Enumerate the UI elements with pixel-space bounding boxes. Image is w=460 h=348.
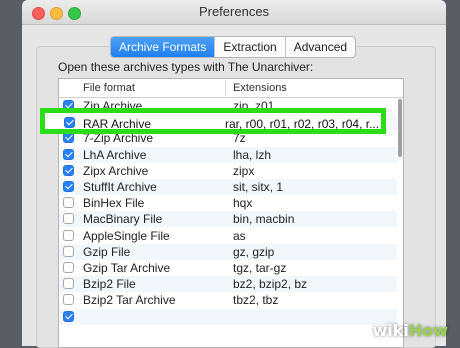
format-name: StuffIt Archive: [83, 180, 157, 194]
format-extensions: bin, macbin: [233, 212, 295, 227]
format-extensions: as: [233, 228, 246, 243]
format-checkbox[interactable]: [63, 278, 74, 290]
format-name: Gzip File: [83, 244, 131, 259]
column-header-extensions[interactable]: Extensions: [233, 82, 287, 94]
table-row[interactable]: AppleSingle File as: [59, 228, 397, 244]
format-checkbox[interactable]: [63, 164, 74, 176]
format-extensions: zipx: [233, 163, 255, 178]
format-name: Bzip2 Tar Archive: [83, 293, 176, 308]
table-row[interactable]: Bzip2 Tar Archive tbz2, tbz: [59, 292, 397, 308]
format-checkbox[interactable]: [63, 229, 74, 241]
format-name: Bzip2 File: [83, 277, 136, 292]
column-header-format[interactable]: File format: [83, 82, 135, 94]
format-extensions: lha, lzh: [233, 147, 272, 162]
table-row[interactable]: LhA Archive lha, lzh: [59, 146, 397, 163]
table-row[interactable]: Zipx Archive zipx: [59, 163, 397, 179]
table-row[interactable]: BinHex File hqx: [59, 195, 397, 211]
format-extensions: gz, gzip: [233, 244, 275, 259]
format-extensions: tbz2, tbz: [233, 293, 279, 308]
rar-archive-row-highlight[interactable]: RAR Archive rar, r00, r01, r02, r03, r04…: [40, 108, 386, 134]
table-row[interactable]: [59, 308, 397, 325]
format-checkbox[interactable]: [63, 310, 74, 322]
tab-bar: Archive Formats Extraction Advanced: [110, 36, 357, 58]
window-title: Preferences: [198, 4, 270, 19]
format-name: Gzip Tar Archive: [83, 261, 171, 275]
format-checkbox[interactable]: [63, 294, 74, 306]
format-extensions: tgz, tar-gz: [233, 261, 287, 275]
format-checkbox[interactable]: [63, 148, 74, 160]
table-row[interactable]: StuffIt Archive sit, sitx, 1: [59, 179, 397, 195]
format-name: AppleSingle File: [83, 228, 170, 243]
format-checkbox[interactable]: [63, 262, 74, 273]
title-bar: Preferences: [22, 0, 446, 25]
table-header: File format Extensions: [59, 79, 403, 98]
format-name: Zipx Archive: [83, 163, 149, 178]
format-checkbox[interactable]: [63, 197, 74, 209]
table-row[interactable]: Gzip Tar Archive tgz, tar-gz: [59, 260, 397, 276]
rar-archive-checkbox[interactable]: [64, 117, 75, 128]
tab-advanced[interactable]: Advanced: [286, 37, 355, 57]
format-extensions: bz2, bzip2, bz: [233, 277, 308, 292]
rar-archive-format: RAR Archive: [83, 117, 152, 131]
tab-extraction[interactable]: Extraction: [215, 37, 286, 57]
table-row[interactable]: Gzip File gz, gzip: [59, 243, 397, 260]
format-checkbox[interactable]: [63, 132, 74, 144]
format-name: LhA Archive: [83, 147, 147, 162]
format-name: MacBinary File: [83, 212, 163, 227]
format-checkbox[interactable]: [63, 181, 74, 192]
format-checkbox[interactable]: [63, 245, 74, 257]
format-checkbox[interactable]: [63, 213, 74, 225]
rar-archive-extensions: rar, r00, r01, r02, r03, r04, r...: [225, 117, 380, 131]
tab-archive-formats[interactable]: Archive Formats: [111, 37, 216, 57]
table-row[interactable]: MacBinary File bin, macbin: [59, 211, 397, 228]
column-divider[interactable]: [225, 81, 226, 95]
formats-prompt: Open these archives types with The Unarc…: [58, 60, 314, 74]
format-extensions: sit, sitx, 1: [233, 180, 284, 194]
table-scrollbar[interactable]: [398, 99, 402, 157]
wikihow-watermark: wikiHow: [372, 321, 448, 340]
table-row[interactable]: Bzip2 File bz2, bzip2, bz: [59, 276, 397, 293]
format-extensions: hqx: [233, 196, 253, 211]
format-name: BinHex File: [83, 196, 145, 211]
